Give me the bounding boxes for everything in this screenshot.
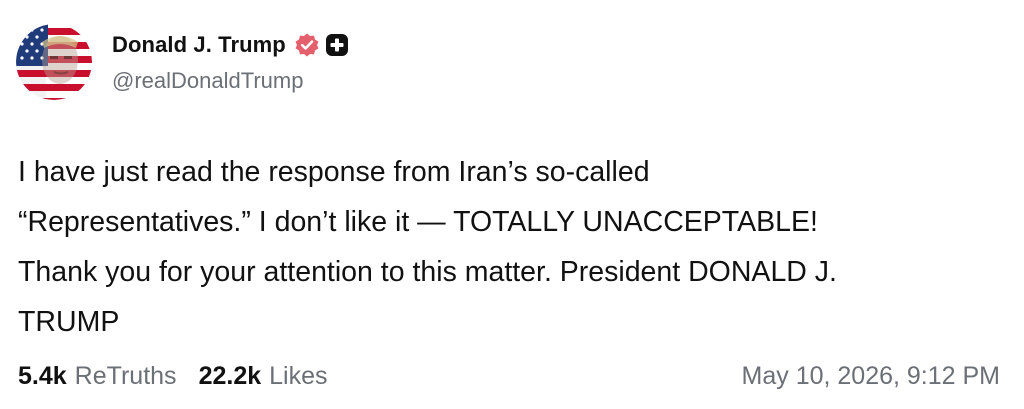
likes-count: 22.2k — [198, 361, 262, 390]
verified-badge-icon — [294, 32, 320, 58]
author-name-row: Donald J. Trump — [112, 30, 349, 60]
author-display-name[interactable]: Donald J. Trump — [112, 32, 286, 58]
post-timestamp[interactable]: May 10, 2026, 9:12 PM — [742, 362, 1000, 391]
post-header: Donald J. Trump @realDonaldTrump — [16, 24, 349, 100]
post-footer: 5.4k ReTruths 22.2k Likes May 10, 2026, … — [18, 358, 1000, 394]
post-card: Donald J. Trump @realDonaldTrump I have … — [0, 0, 1024, 409]
post-stats: 5.4k ReTruths 22.2k Likes — [18, 362, 350, 391]
avatar[interactable] — [16, 24, 92, 100]
likes-label: Likes — [269, 361, 328, 390]
avatar-image — [16, 24, 92, 100]
post-body-text: I have just read the response from Iran’… — [18, 156, 837, 338]
retruths-stat[interactable]: 5.4k ReTruths — [18, 362, 177, 391]
plus-badge-icon — [325, 33, 349, 57]
retruths-count: 5.4k — [18, 361, 67, 390]
likes-stat[interactable]: 22.2k Likes — [199, 362, 328, 391]
author-identity: Donald J. Trump @realDonaldTrump — [112, 30, 349, 94]
retruths-label: ReTruths — [74, 361, 177, 390]
author-handle[interactable]: @realDonaldTrump — [112, 68, 349, 94]
